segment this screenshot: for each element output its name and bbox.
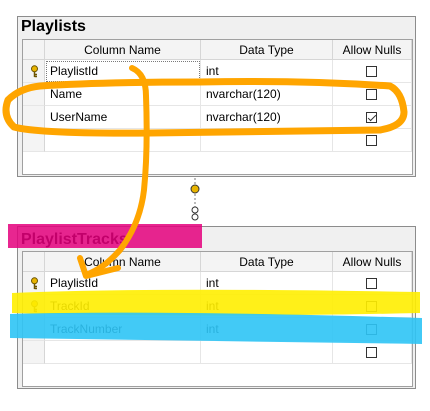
relationship-connector-icon[interactable] (0, 0, 430, 411)
